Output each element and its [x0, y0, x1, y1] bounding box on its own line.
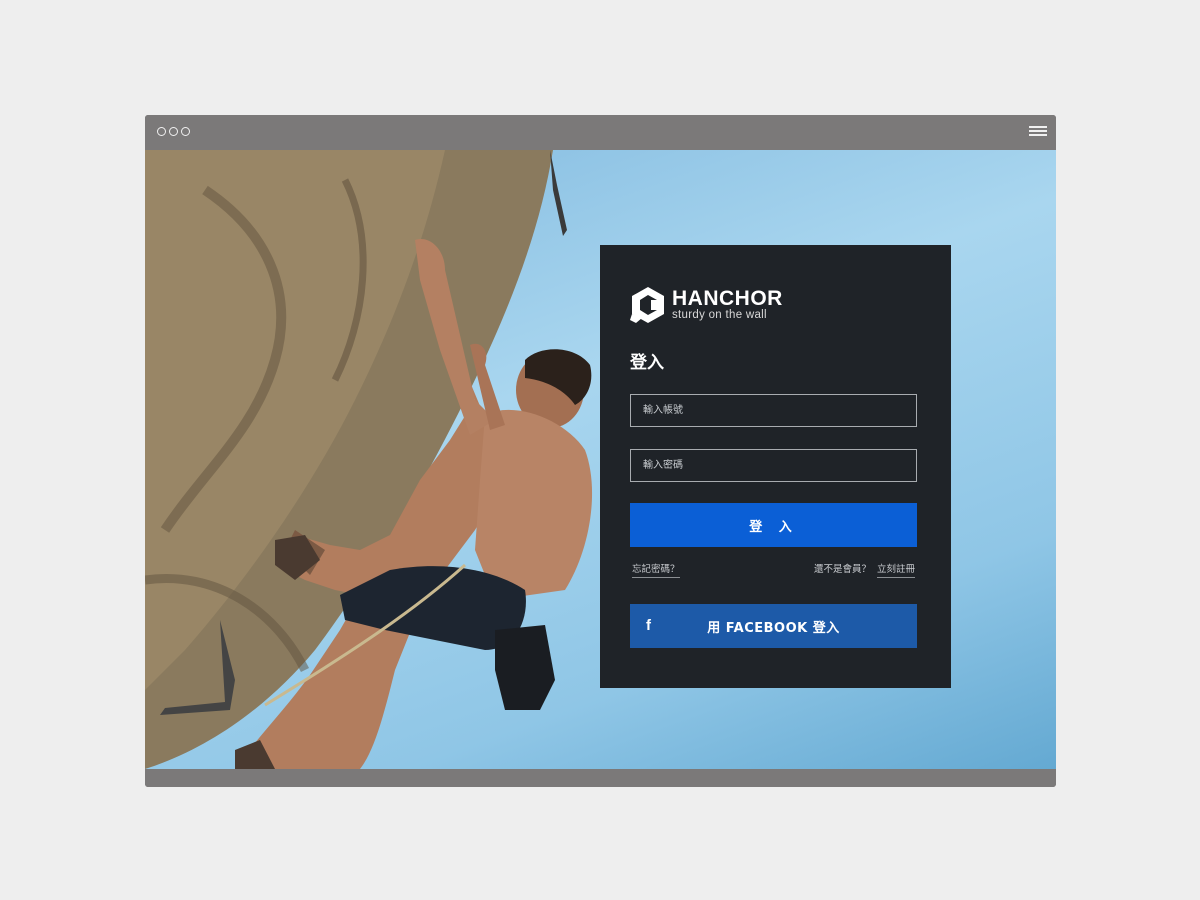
account-links: 忘記密碼？ 還不是會員？ 立刻註冊: [630, 561, 917, 579]
brand-name: HANCHOR: [672, 287, 783, 311]
brand-wordmark: HANCHOR sturdy on the wall: [672, 288, 783, 322]
facebook-icon: f: [646, 617, 651, 634]
window-controls: [157, 127, 190, 136]
page-title: 登入: [630, 353, 664, 373]
password-input[interactable]: [630, 449, 917, 482]
forgot-password-link[interactable]: 忘記密碼？: [632, 561, 680, 578]
hamburger-menu-icon[interactable]: [1029, 126, 1047, 138]
window-footer-bar: [145, 769, 1056, 787]
window-dot-icon[interactable]: [181, 127, 190, 136]
window-titlebar: [145, 115, 1056, 150]
page-viewport: HANCHOR sturdy on the wall 登入 登 入 忘記密碼？ …: [145, 150, 1056, 769]
not-member-text: 還不是會員？: [813, 564, 871, 575]
login-panel: HANCHOR sturdy on the wall 登入 登 入 忘記密碼？ …: [600, 245, 951, 688]
login-button[interactable]: 登 入: [630, 503, 917, 547]
facebook-login-button[interactable]: f 用 FACEBOOK 登入: [630, 604, 917, 648]
window-dot-icon[interactable]: [157, 127, 166, 136]
brand-tagline: sturdy on the wall: [672, 309, 767, 322]
facebook-login-label: 用 FACEBOOK 登入: [707, 620, 840, 636]
brand-logo: HANCHOR sturdy on the wall: [630, 285, 783, 325]
username-input[interactable]: [630, 394, 917, 427]
browser-window: HANCHOR sturdy on the wall 登入 登 入 忘記密碼？ …: [145, 115, 1056, 787]
register-link[interactable]: 立刻註冊: [876, 564, 915, 578]
hanchor-logo-icon: [630, 287, 664, 323]
window-dot-icon[interactable]: [169, 127, 178, 136]
register-prompt: 還不是會員？ 立刻註冊: [813, 561, 915, 578]
